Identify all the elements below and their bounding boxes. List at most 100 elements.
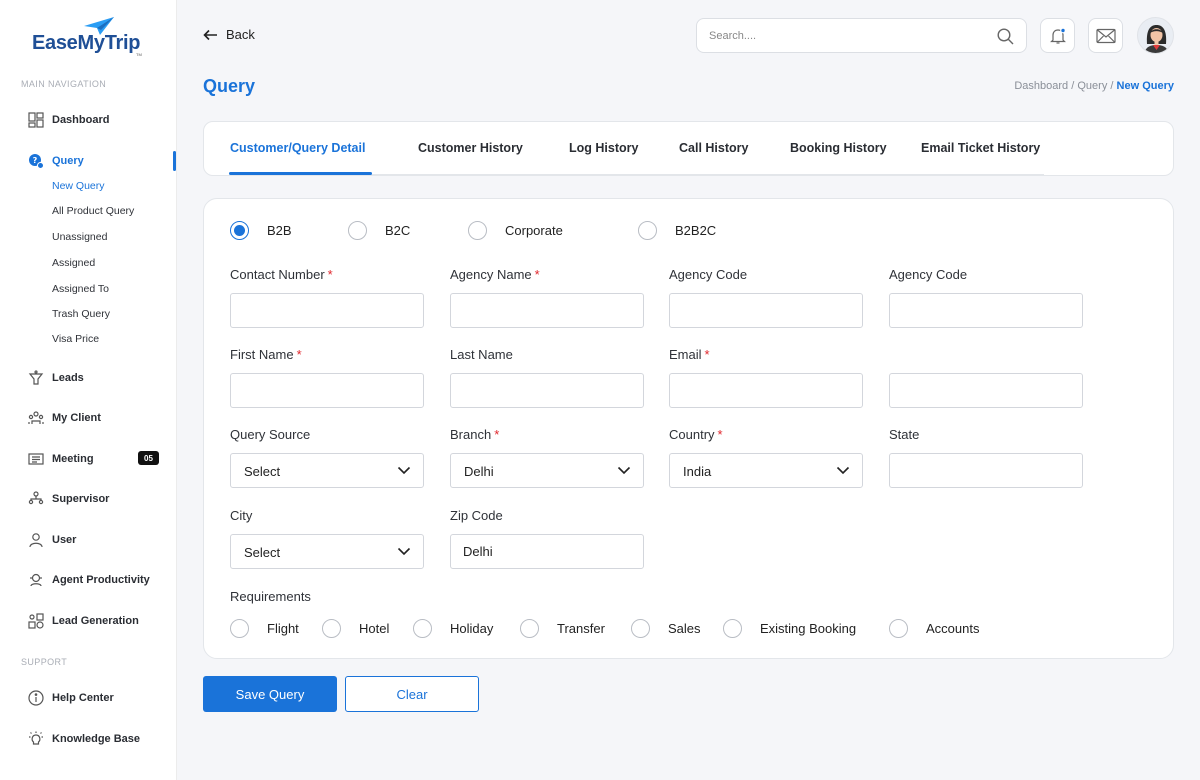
notifications-button[interactable] [1040, 18, 1075, 53]
tab-customer-history[interactable]: Customer History [418, 141, 523, 155]
agency-name-field[interactable] [450, 293, 644, 328]
extra-input[interactable] [890, 374, 1082, 407]
query-source-select[interactable]: Select [230, 453, 424, 488]
sidebar-item-meeting[interactable]: Meeting [28, 449, 94, 469]
sidebar-item-leads[interactable]: Leads [28, 368, 84, 388]
zip-code-field[interactable] [450, 534, 644, 569]
agency-code-input[interactable] [670, 294, 862, 327]
first-name-input[interactable] [231, 374, 423, 407]
sidebar-item-my-client[interactable]: My Client [28, 408, 101, 428]
city-select[interactable]: Select [230, 534, 424, 569]
search-box[interactable] [696, 18, 1027, 53]
last-name-field[interactable] [450, 373, 644, 408]
sub-item-all-product-query[interactable]: All Product Query [52, 205, 134, 217]
requirement-transfer[interactable]: Transfer [520, 619, 605, 638]
breadcrumb-dashboard[interactable]: Dashboard [1014, 80, 1068, 92]
zip-code-label: Zip Code [450, 508, 503, 523]
sidebar-item-agent-productivity[interactable]: Agent Productivity [28, 570, 150, 590]
type-radio-b2b[interactable]: B2B [230, 221, 292, 240]
agent-icon [28, 572, 44, 588]
radio-circle[interactable] [889, 619, 908, 638]
search-icon[interactable] [997, 28, 1014, 45]
sidebar-item-help-center[interactable]: Help Center [28, 688, 114, 708]
sub-item-unassigned[interactable]: Unassigned [52, 231, 107, 243]
save-query-button[interactable]: Save Query [203, 676, 337, 712]
sidebar-item-user[interactable]: User [28, 530, 76, 550]
tab-call-history[interactable]: Call History [679, 141, 748, 155]
requirement-hotel[interactable]: Hotel [322, 619, 389, 638]
breadcrumb-query[interactable]: Query [1077, 80, 1107, 92]
first-name-field[interactable] [230, 373, 424, 408]
radio-circle[interactable] [413, 619, 432, 638]
clients-icon [28, 410, 44, 426]
radio-circle[interactable] [230, 619, 249, 638]
sub-item-new-query[interactable]: New Query [52, 180, 105, 192]
requirement-accounts[interactable]: Accounts [889, 619, 979, 638]
radio-circle[interactable] [322, 619, 341, 638]
last-name-input[interactable] [451, 374, 643, 407]
clear-button[interactable]: Clear [345, 676, 479, 712]
sidebar-item-query[interactable]: ? Query [28, 151, 84, 171]
breadcrumb-current: New Query [1116, 80, 1174, 92]
zip-code-input[interactable] [451, 535, 643, 568]
back-button[interactable]: Back [203, 27, 255, 42]
extra-field[interactable] [889, 373, 1083, 408]
search-input[interactable] [709, 27, 979, 45]
user-avatar[interactable] [1137, 17, 1174, 54]
sidebar-item-knowledge-base[interactable]: Knowledge Base [28, 729, 140, 749]
state-input[interactable] [890, 454, 1082, 487]
agency-code-label-2: Agency Code [889, 267, 968, 282]
sub-item-assigned-to[interactable]: Assigned To [52, 283, 109, 295]
brand-logo[interactable]: EaseMyTrip TM [32, 16, 144, 60]
main-nav-title: MAIN NAVIGATION [21, 79, 107, 89]
radio-circle[interactable] [723, 619, 742, 638]
tab-log-history[interactable]: Log History [569, 141, 638, 155]
tab-booking-history[interactable]: Booking History [790, 141, 887, 155]
requirement-holiday[interactable]: Holiday [413, 619, 493, 638]
requirement-sales[interactable]: Sales [631, 619, 701, 638]
query-icon: ? [28, 153, 44, 169]
sidebar-item-dashboard[interactable]: Dashboard [28, 110, 109, 130]
sub-item-visa-price[interactable]: Visa Price [52, 333, 99, 345]
contact-number-label: Contact Number * [230, 267, 333, 282]
sidebar-item-lead-generation[interactable]: Lead Generation [28, 611, 139, 631]
info-icon [28, 690, 44, 706]
email-input[interactable] [670, 374, 862, 407]
contact-number-input[interactable] [231, 294, 423, 327]
branch-select[interactable]: Delhi [450, 453, 644, 488]
type-radio-corporate[interactable]: Corporate [468, 221, 563, 240]
agency-code-field[interactable] [669, 293, 863, 328]
agency-code-field-2[interactable] [889, 293, 1083, 328]
radio-circle[interactable] [638, 221, 657, 240]
chevron-down-icon [836, 466, 850, 475]
radio-circle[interactable] [520, 619, 539, 638]
radio-circle[interactable] [230, 221, 249, 240]
avatar-icon [1144, 25, 1169, 53]
agency-code-input-2[interactable] [890, 294, 1082, 327]
sub-item-trash-query[interactable]: Trash Query [52, 308, 110, 320]
grid-icon [28, 112, 44, 128]
sidebar-item-supervisor[interactable]: Supervisor [28, 489, 109, 509]
brand-tm: TM [136, 52, 142, 57]
radio-circle[interactable] [348, 221, 367, 240]
branch-label: Branch * [450, 427, 500, 442]
agency-name-label: Agency Name * [450, 267, 540, 282]
chevron-down-icon [397, 466, 411, 475]
email-field[interactable] [669, 373, 863, 408]
tab-email-ticket-history[interactable]: Email Ticket History [921, 141, 1040, 155]
requirement-flight[interactable]: Flight [230, 619, 299, 638]
messages-button[interactable] [1088, 18, 1123, 53]
type-radio-b2c[interactable]: B2C [348, 221, 410, 240]
tab-customer-query-detail[interactable]: Customer/Query Detail [230, 141, 365, 155]
contact-number-field[interactable] [230, 293, 424, 328]
sidebar-item-label: User [52, 534, 77, 546]
radio-circle[interactable] [631, 619, 650, 638]
sub-item-assigned[interactable]: Assigned [52, 257, 95, 269]
agency-name-input[interactable] [451, 294, 643, 327]
type-radio-b2b2c[interactable]: B2B2C [638, 221, 716, 240]
agency-code-label: Agency Code [669, 267, 748, 282]
requirement-existing-booking[interactable]: Existing Booking [723, 619, 856, 638]
state-field[interactable] [889, 453, 1083, 488]
radio-circle[interactable] [468, 221, 487, 240]
country-select[interactable]: India [669, 453, 863, 488]
